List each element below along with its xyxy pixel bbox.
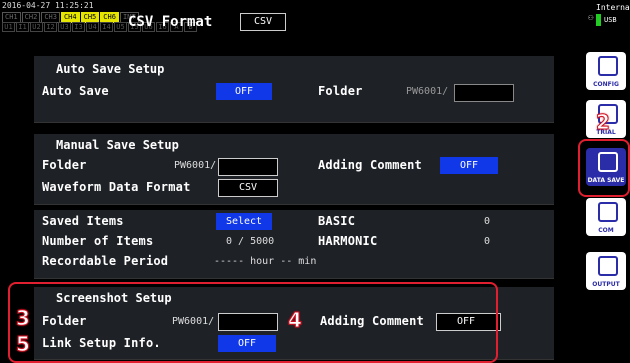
sub-channel-u5: U5 [114, 22, 127, 32]
auto-save-label: Auto Save [42, 84, 109, 98]
output-icon [598, 256, 618, 276]
auto-save-toggle[interactable]: OFF [216, 83, 272, 100]
recordable-period-label: Recordable Period [42, 254, 169, 268]
usb-icon: ⚇ [588, 13, 594, 23]
media-label: Internal [596, 3, 630, 12]
auto-save-folder-value: PW6001/ [406, 86, 449, 97]
manual-save-panel: Manual Save Setup Folder PW6001/ Adding … [34, 134, 554, 205]
sub-channel-i4: I4 [100, 22, 113, 32]
callout-3: 3 [16, 306, 31, 331]
sub-channel-u4: U4 [86, 22, 99, 32]
number-of-items-label: Number of Items [42, 234, 154, 248]
arrows-icon [598, 202, 618, 222]
basic-value: 0 [484, 216, 491, 227]
callout-4: 4 [288, 308, 303, 333]
saved-items-select-button[interactable]: Select [216, 213, 272, 230]
sub-channel-i3: I3 [72, 22, 85, 32]
sub-channel-u3: U3 [58, 22, 71, 32]
auto-save-heading: Auto Save Setup [56, 62, 165, 76]
side-menu-output[interactable]: OUTPUT [586, 252, 626, 290]
manual-save-heading: Manual Save Setup [56, 138, 179, 152]
basic-label: BASIC [318, 214, 356, 228]
waveform-format-select[interactable]: CSV [218, 179, 278, 197]
side-menu-com-label: COM [598, 227, 614, 234]
sub-channel-u2: U2 [30, 22, 43, 32]
waveform-format-label: Waveform Data Format [42, 180, 191, 194]
callout-2: 2 [596, 110, 611, 135]
wrench-icon [598, 56, 618, 76]
saved-items-label: Saved Items [42, 214, 124, 228]
manual-comment-toggle[interactable]: OFF [440, 157, 498, 174]
manual-folder-input[interactable] [218, 158, 278, 176]
page-title: CSV Format [128, 14, 213, 30]
side-menu-config[interactable]: CONFIG [586, 52, 626, 90]
screenshot-highlight [8, 282, 498, 363]
usb-label: USB [604, 16, 617, 24]
side-menu-output-label: OUTPUT [592, 281, 620, 288]
sub-channel-i2: I2 [44, 22, 57, 32]
auto-save-folder-input[interactable] [454, 84, 514, 102]
harmonic-value: 0 [484, 236, 491, 247]
callout-5: 5 [16, 332, 31, 357]
usb-status-bar [596, 14, 601, 26]
datetime: 2016-04-27 11:25:21 [2, 1, 94, 10]
side-menu-com[interactable]: COM [586, 198, 626, 236]
data-save-highlight [578, 139, 630, 197]
auto-save-panel: Auto Save Setup Auto Save OFF Folder PW6… [34, 56, 554, 123]
harmonic-label: HARMONIC [318, 234, 378, 248]
sub-channel-i1: I1 [16, 22, 29, 32]
format-value-box[interactable]: CSV [240, 13, 286, 31]
side-menu-config-label: CONFIG [593, 81, 619, 88]
recordable-period-value: ----- hour -- min [214, 256, 317, 267]
saved-items-panel: Saved Items Select BASIC 0 Number of Ite… [34, 210, 554, 279]
auto-save-folder-label: Folder [318, 84, 363, 98]
number-of-items-value: 0 / 5000 [226, 236, 275, 247]
manual-folder-label: Folder [42, 158, 87, 172]
manual-comment-label: Adding Comment [318, 158, 422, 172]
sub-channel-u1: U1 [2, 22, 15, 32]
manual-folder-value: PW6001/ [174, 160, 217, 171]
